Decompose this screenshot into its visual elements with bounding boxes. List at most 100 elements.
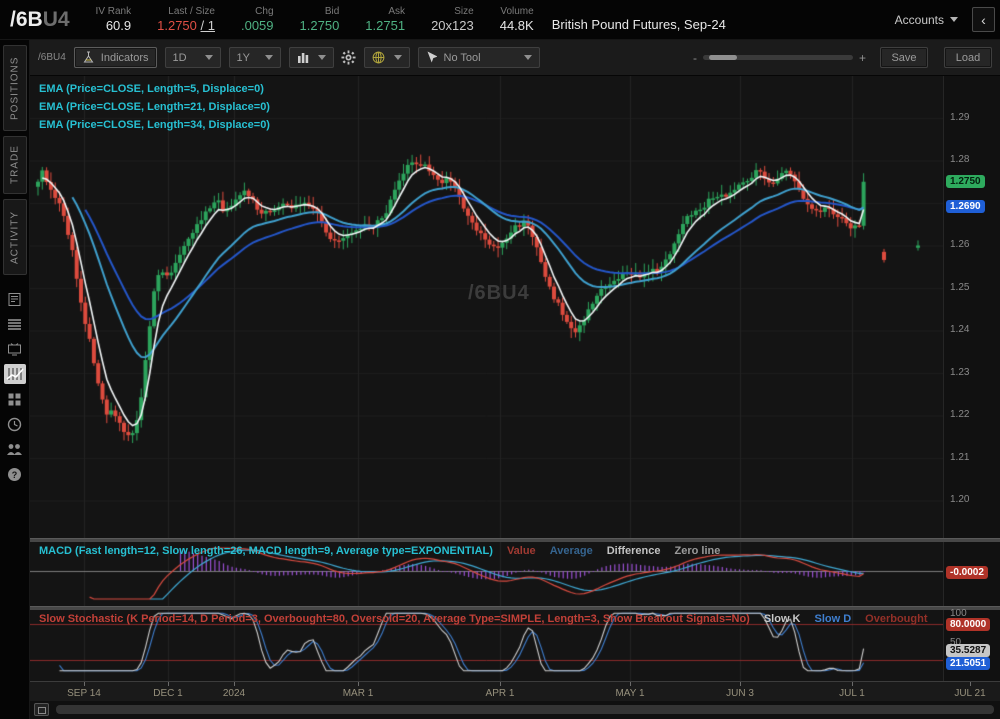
price-tick: 1.21 (950, 452, 969, 463)
range-dropdown[interactable]: 1Y (229, 47, 281, 68)
macd-study-label[interactable]: MACD (Fast length=12, Slow length=26, MA… (39, 545, 720, 557)
slowd-value-badge: 21.5051 (946, 657, 990, 670)
last-size-column: Last / Size 1.2750 / 1 (157, 5, 215, 34)
history-icon[interactable] (4, 414, 26, 434)
monitor-icon[interactable] (4, 339, 26, 359)
chevron-down-icon (950, 17, 958, 22)
stoch-legend-slowd: Slow D (815, 613, 852, 625)
accounts-dropdown[interactable]: Accounts (895, 13, 958, 27)
tool-label: No Tool (444, 52, 481, 64)
instrument-description: British Pound Futures, Sep-24 (552, 17, 726, 39)
chg-label: Chg (255, 5, 273, 18)
time-tick: MAR 1 (343, 688, 374, 699)
stochastic-panel[interactable]: Slow Stochastic (K Period=14, D Period=3… (30, 610, 943, 681)
ask-value[interactable]: 1.2751 (365, 18, 405, 34)
news-icon[interactable] (4, 289, 26, 309)
flask-icon (82, 51, 95, 64)
last-price-badge: 1.2750 (946, 175, 985, 188)
sidebar-tab-activity[interactable]: ACTIVITY (3, 199, 27, 275)
left-sidebar: POSITIONS TRADE ACTIVITY ? (0, 40, 30, 719)
price-tick: 1.23 (950, 367, 969, 378)
sidebar-tab-trade[interactable]: TRADE (3, 136, 27, 194)
price-tick: 1.29 (950, 112, 969, 123)
chevron-down-icon (524, 55, 532, 60)
watchlist-icon[interactable] (4, 314, 26, 334)
bid-column: Bid 1.2750 (300, 5, 340, 34)
chart-style-dropdown[interactable] (289, 47, 334, 68)
iv-rank-column: IV Rank 60.9 (96, 5, 132, 34)
ema5-study-label[interactable]: EMA (Price=CLOSE, Length=5, Displace=0) (39, 83, 264, 95)
slowk-value-badge: 35.5287 (946, 644, 990, 657)
symbol-contract: U4 (43, 8, 70, 31)
grid-icon[interactable] (4, 389, 26, 409)
load-button[interactable]: Load (944, 47, 992, 68)
price-chart-panel[interactable]: /6BU4 EMA (Price=CLOSE, Length=5, Displa… (30, 76, 943, 538)
volume-column: Volume 44.8K (500, 5, 534, 34)
chg-column: Chg .0059 (241, 5, 274, 34)
svg-text:?: ? (12, 470, 18, 480)
price-tick: 1.28 (950, 154, 969, 165)
zoom-out-button[interactable]: - (687, 51, 703, 65)
ema21-study-label[interactable]: EMA (Price=CLOSE, Length=21, Displace=0) (39, 101, 270, 113)
ema34-study-label[interactable]: EMA (Price=CLOSE, Length=34, Displace=0) (39, 119, 270, 131)
time-zoom-slider[interactable] (703, 55, 853, 60)
bid-value[interactable]: 1.2750 (300, 18, 340, 34)
stochastic-axis: 100 80.0000 50 35.5287 21.5051 (943, 610, 1000, 681)
save-label: Save (891, 52, 916, 64)
globe-grid-icon (372, 51, 385, 64)
price-axis[interactable]: 1.29 1.28 1.26 1.25 1.24 1.23 1.22 1.21 … (943, 76, 1000, 538)
chart-toolbar: /6BU4 Indicators 1D 1Y No Tool - (30, 40, 1000, 76)
iv-rank-label: IV Rank (96, 5, 132, 18)
gear-icon (341, 50, 356, 65)
save-button[interactable]: Save (880, 47, 928, 68)
ask-column: Ask 1.2751 (365, 5, 405, 34)
sidebar-tab-positions[interactable]: POSITIONS (3, 45, 27, 131)
time-tick: APR 1 (486, 688, 515, 699)
cursor-icon (426, 51, 437, 64)
macd-axis: -0.0002 (943, 542, 1000, 606)
collapse-panel-button[interactable]: ‹ (972, 7, 995, 32)
time-tick: DEC 1 (153, 688, 182, 699)
chart-settings-button[interactable] (341, 50, 356, 65)
tool-dropdown[interactable]: No Tool (418, 47, 540, 68)
chg-value: .0059 (241, 18, 274, 34)
ema-value-badge: 1.2690 (946, 200, 985, 213)
candlestick-canvas[interactable] (30, 76, 943, 538)
zoom-in-button[interactable]: + (853, 51, 872, 65)
symbol-watermark: /6BU4 (468, 282, 530, 305)
price-tick: 1.26 (950, 239, 969, 250)
price-tick: 1.22 (950, 409, 969, 420)
slider-handle[interactable] (709, 55, 737, 60)
size-label: Size (454, 5, 473, 18)
last-size-suffix[interactable]: / 1 (201, 18, 215, 33)
range-value: 1Y (237, 52, 250, 64)
timeline-settings-button[interactable] (34, 703, 49, 716)
timeframe-dropdown[interactable]: 1D (165, 47, 221, 68)
bar-style-icon (297, 52, 309, 64)
price-tick: 1.20 (950, 494, 969, 505)
time-tick: JUN 3 (726, 688, 754, 699)
macd-legend-zeroline: Zero line (675, 545, 721, 557)
community-icon[interactable] (4, 439, 26, 459)
indicators-button[interactable]: Indicators (74, 47, 157, 68)
macd-legend-difference: Difference (607, 545, 661, 557)
time-tick: SEP 14 (67, 688, 101, 699)
chevron-down-icon (318, 55, 326, 60)
chevron-left-icon: ‹ (981, 12, 986, 28)
chevron-down-icon (394, 55, 402, 60)
indicators-label: Indicators (101, 52, 149, 64)
drawing-set-dropdown[interactable] (364, 47, 410, 68)
macd-legend-value: Value (507, 545, 536, 557)
help-icon[interactable]: ? (4, 464, 26, 484)
time-tick: MAY 1 (615, 688, 644, 699)
macd-panel[interactable]: MACD (Fast length=12, Slow length=26, MA… (30, 542, 943, 606)
charts-icon[interactable] (4, 364, 26, 384)
horizontal-scrollbar[interactable] (56, 705, 994, 714)
last-size-label: Last / Size (168, 5, 215, 18)
last-value: 1.2750 (157, 18, 197, 33)
time-axis[interactable]: SEP 14 DEC 1 2024 MAR 1 APR 1 MAY 1 JUN … (30, 681, 1000, 701)
stoch-study-label[interactable]: Slow Stochastic (K Period=14, D Period=3… (39, 613, 939, 625)
stoch-legend-slowk: Slow K (764, 613, 801, 625)
macd-legend-average: Average (550, 545, 593, 557)
size-value: 20x123 (431, 18, 474, 34)
